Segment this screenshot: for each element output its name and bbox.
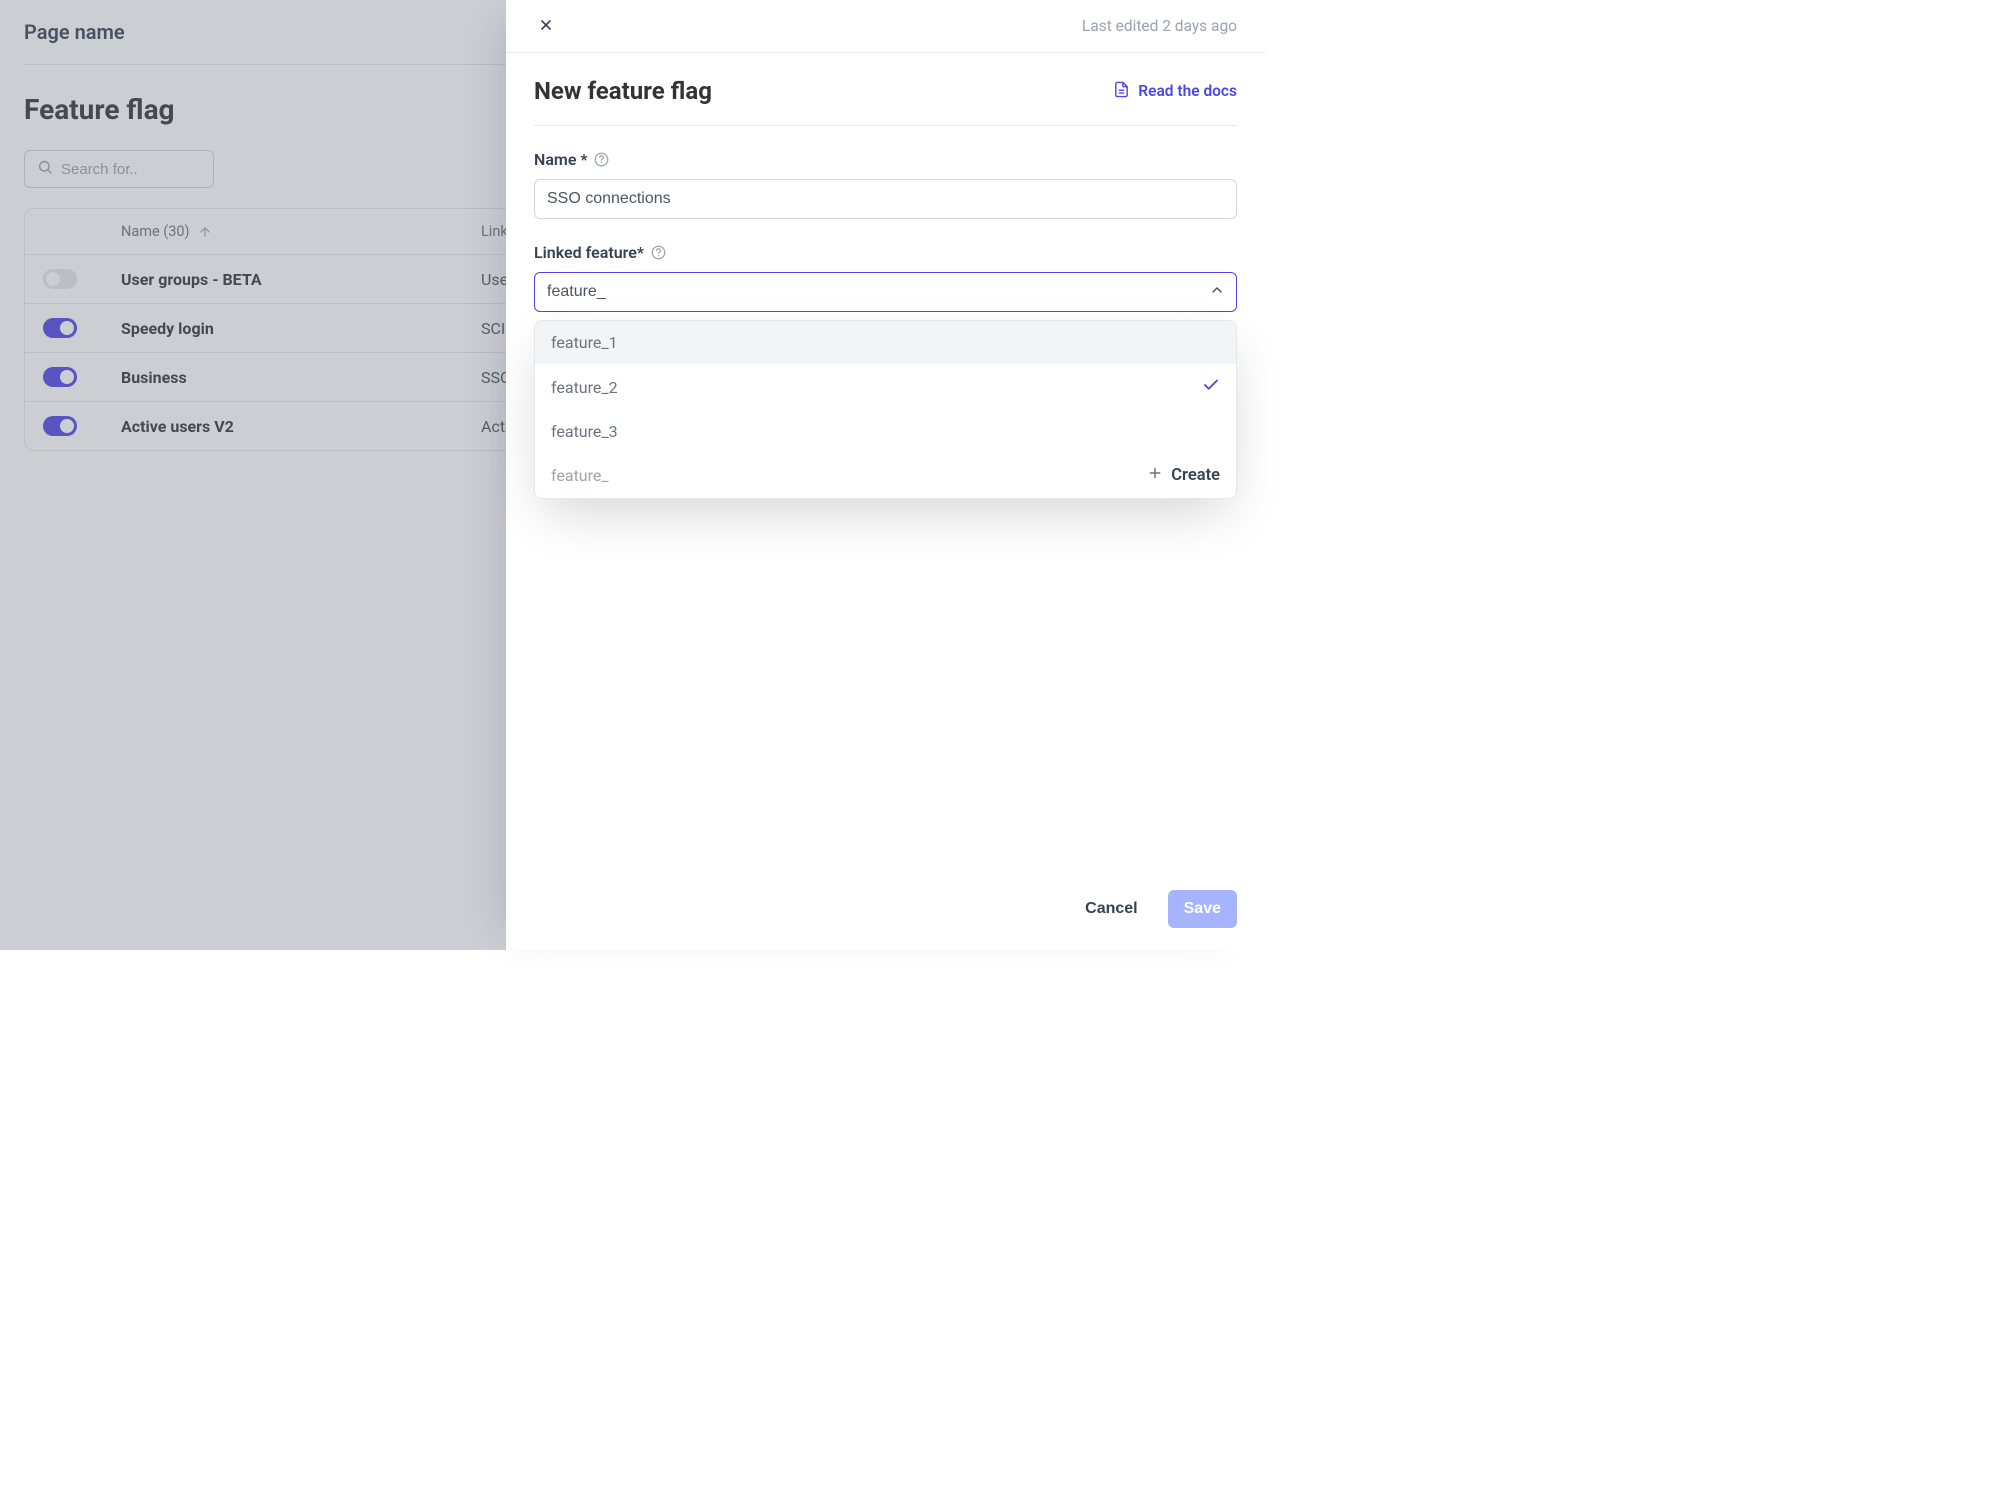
dropdown-option[interactable]: feature_1 [535,321,1236,364]
linked-feature-combobox[interactable]: feature_1 feature_2 feature_3 feature_ [534,272,1237,312]
help-icon[interactable] [594,152,610,168]
new-feature-flag-drawer: Last edited 2 days ago New feature flag … [506,0,1265,950]
help-icon[interactable] [650,245,666,261]
option-label: feature_1 [551,333,618,352]
dropdown-option[interactable]: feature_2 [535,364,1236,410]
close-button[interactable] [534,14,558,38]
create-option-prefix: feature_ [551,466,609,485]
create-option-label: Create [1171,466,1220,485]
option-label: feature_2 [551,378,618,397]
linked-feature-label-text: Linked feature* [534,243,644,262]
name-input[interactable] [534,179,1237,219]
close-icon [538,17,554,36]
drawer-footer: Cancel Save [506,872,1265,950]
plus-icon [1147,465,1163,486]
drawer-header: Last edited 2 days ago [506,0,1265,53]
linked-feature-label: Linked feature* [534,243,1237,262]
last-edited-text: Last edited 2 days ago [1082,17,1237,35]
cancel-button[interactable]: Cancel [1069,890,1153,928]
name-label-text: Name * [534,150,588,169]
document-icon [1113,81,1130,102]
dropdown-create-option[interactable]: feature_ Create [535,453,1236,498]
drawer-heading-row: New feature flag Read the docs [534,77,1237,126]
drawer-heading: New feature flag [534,77,712,105]
read-docs-link[interactable]: Read the docs [1113,81,1237,102]
check-icon [1202,376,1220,398]
option-label: feature_3 [551,422,618,441]
dropdown-option[interactable]: feature_3 [535,410,1236,453]
linked-feature-input[interactable] [534,272,1237,312]
name-label: Name * [534,150,1237,169]
linked-feature-dropdown: feature_1 feature_2 feature_3 feature_ [534,320,1237,499]
save-button[interactable]: Save [1168,890,1237,928]
drawer-body: New feature flag Read the docs Name * Li… [506,53,1265,872]
docs-link-label: Read the docs [1138,82,1237,100]
